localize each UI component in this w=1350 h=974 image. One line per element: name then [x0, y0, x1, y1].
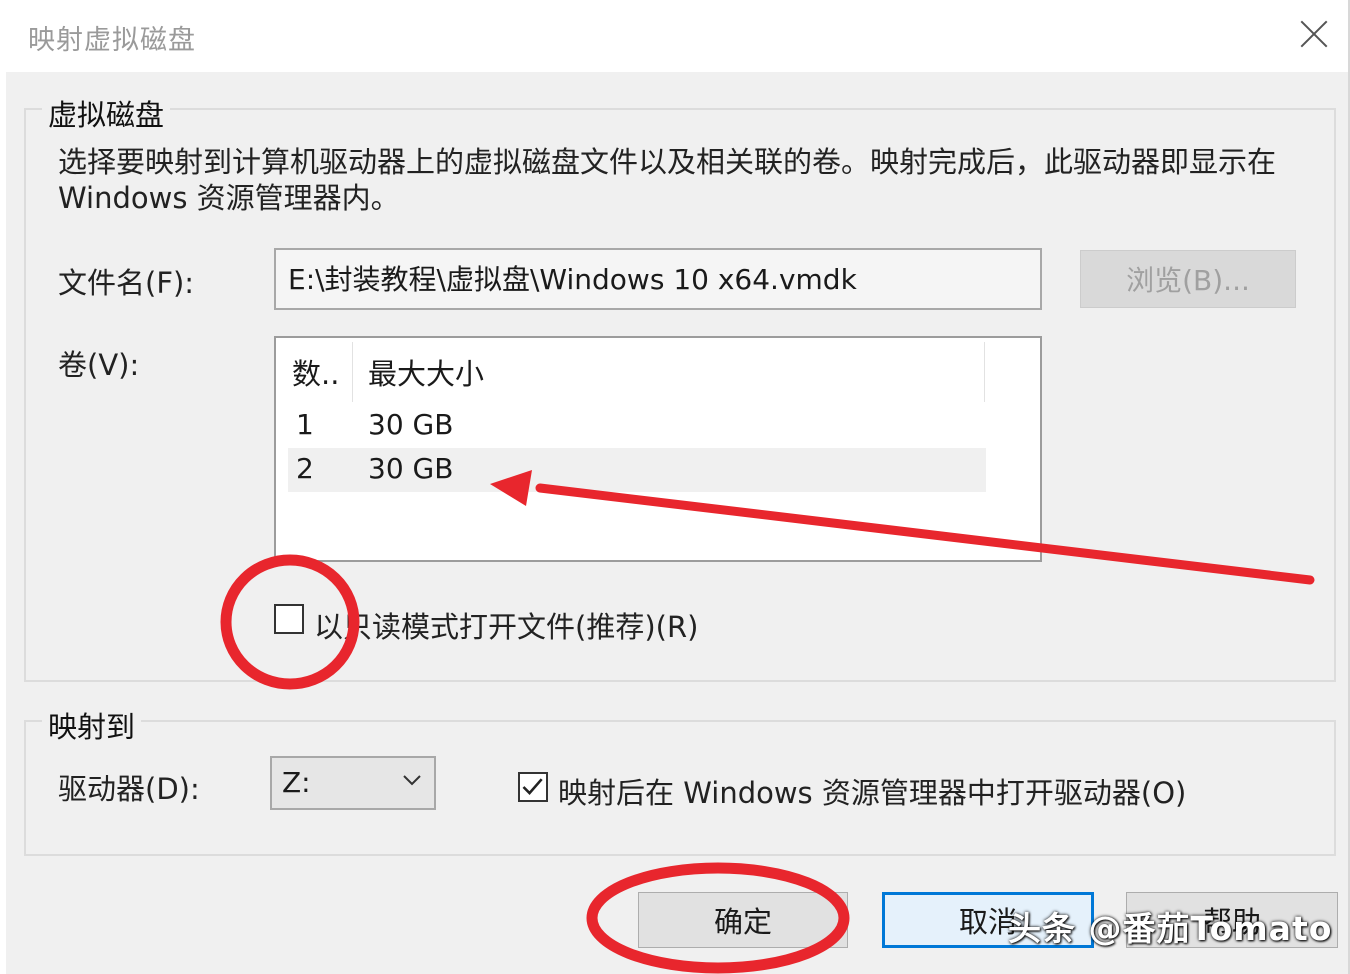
- map-to-legend: 映射到: [42, 704, 142, 746]
- file-name-label: 文件名(F):: [58, 266, 195, 300]
- ok-button[interactable]: 确定: [638, 892, 848, 948]
- volume-number: 2: [296, 452, 314, 485]
- chevron-down-icon: [403, 775, 421, 786]
- watermark: 头条 @番茄Tomato: [1008, 909, 1333, 948]
- column-divider[interactable]: [352, 342, 353, 402]
- title-bar: 映射虚拟磁盘: [6, 0, 1348, 72]
- volume-size: 30 GB: [368, 452, 454, 485]
- readonly-label[interactable]: 以只读模式打开文件(推荐)(R): [314, 604, 698, 646]
- readonly-checkbox[interactable]: [274, 604, 304, 634]
- volume-label: 卷(V):: [58, 348, 140, 382]
- column-divider[interactable]: [984, 342, 985, 402]
- window-title: 映射虚拟磁盘: [28, 25, 196, 56]
- volume-row[interactable]: 2 30 GB: [288, 448, 986, 492]
- volume-number: 1: [296, 408, 314, 441]
- column-header-max-size[interactable]: 最大大小: [368, 338, 668, 406]
- volume-row[interactable]: 1 30 GB: [288, 404, 986, 448]
- volume-list[interactable]: 数.. 最大大小 1 30 GB 2 30 GB: [274, 336, 1042, 562]
- drive-select[interactable]: Z:: [270, 756, 436, 810]
- drive-select-value: Z:: [282, 766, 311, 799]
- map-virtual-disk-dialog: 映射虚拟磁盘 虚拟磁盘 选择要映射到计算机驱动器上的虚拟磁盘文件以及相关联的卷。…: [0, 0, 1350, 974]
- file-name-input[interactable]: E:\封装教程\虚拟盘\Windows 10 x64.vmdk: [274, 248, 1042, 310]
- virtual-disk-description: 选择要映射到计算机驱动器上的虚拟磁盘文件以及相关联的卷。映射完成后，此驱动器即显…: [58, 145, 1277, 215]
- drive-label: 驱动器(D):: [58, 772, 200, 806]
- volume-size: 30 GB: [368, 408, 454, 441]
- close-icon[interactable]: [1294, 14, 1334, 54]
- browse-button[interactable]: 浏览(B)...: [1080, 250, 1296, 308]
- virtual-disk-legend: 虚拟磁盘: [42, 92, 171, 134]
- open-explorer-checkbox[interactable]: [518, 772, 548, 802]
- open-explorer-label[interactable]: 映射后在 Windows 资源管理器中打开驱动器(O): [558, 770, 1186, 812]
- column-header-number[interactable]: 数..: [292, 338, 352, 406]
- checkmark-icon: [522, 778, 543, 795]
